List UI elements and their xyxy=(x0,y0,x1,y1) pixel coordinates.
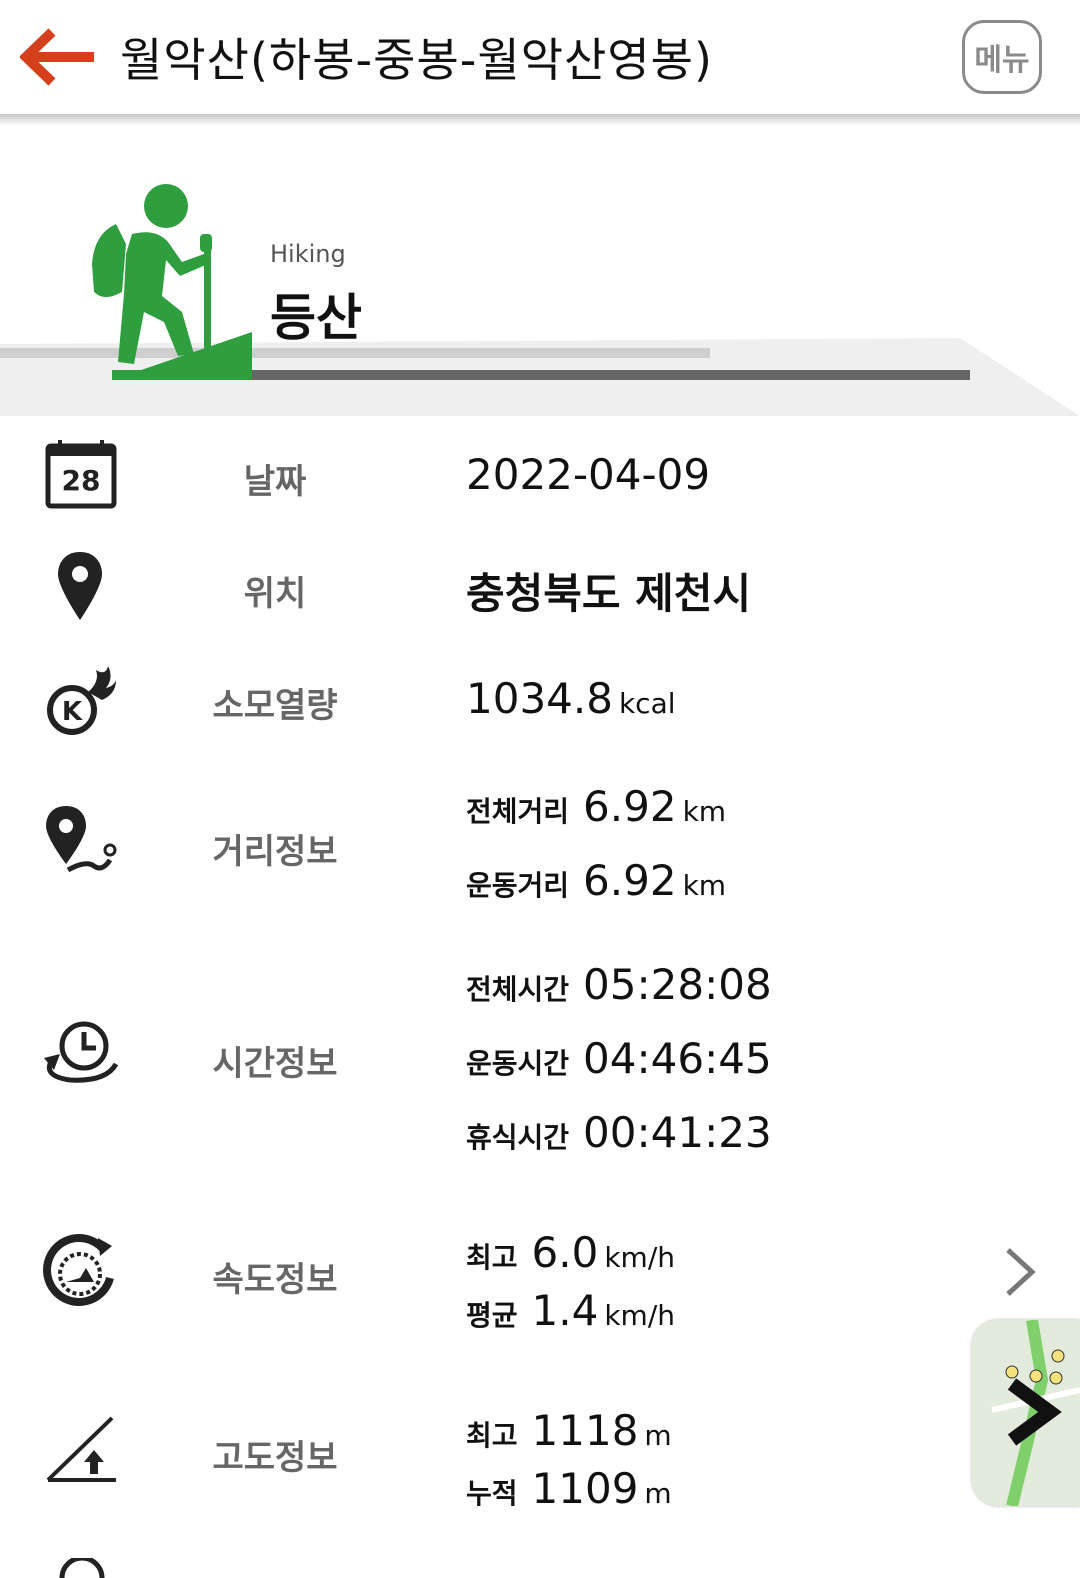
location-row: 위치 충청북도 제천시 xyxy=(0,530,1080,643)
route-distance-icon xyxy=(46,806,117,873)
calories-value-group: 1034.8 kcal xyxy=(466,674,676,723)
altitude-label: 고도정보 xyxy=(212,1438,338,1478)
moving-distance-unit: km xyxy=(682,869,727,902)
max-altitude-value: 1118 xyxy=(531,1406,639,1455)
cumulative-altitude-value: 1109 xyxy=(531,1464,639,1513)
header-shadow xyxy=(0,114,1080,126)
distance-row: 거리정보 전체거리 6.92 km 운동거리 6.92 km xyxy=(0,754,1080,933)
hiker-icon xyxy=(92,184,252,380)
cumulative-altitude-label: 누적 xyxy=(466,1477,518,1510)
map-thumbnail-button[interactable] xyxy=(972,1320,1080,1506)
speed-row[interactable]: 속도정보 최고 6.0 km/h 평균 1.4 km/h xyxy=(0,1182,1080,1361)
total-time: 전체시간 05:28:08 xyxy=(466,960,772,1009)
max-altitude-label: 최고 xyxy=(466,1419,518,1452)
altitude-row: 고도정보 최고 1118 m 누적 1109 m xyxy=(0,1360,1080,1539)
calories-value: 1034.8 xyxy=(466,674,613,723)
time-label: 시간정보 xyxy=(212,1044,338,1084)
partial-icon xyxy=(59,1558,105,1578)
total-distance-value: 6.92 xyxy=(583,782,677,831)
moving-time-label: 운동시간 xyxy=(466,1047,570,1080)
avg-speed-unit: km/h xyxy=(604,1299,675,1332)
cumulative-altitude-unit: m xyxy=(644,1477,672,1510)
page-title: 월악산(하봉-중봉-월악산영봉) xyxy=(120,33,713,87)
rest-time-value: 00:41:23 xyxy=(583,1108,772,1157)
activity-type-ko: 등산 xyxy=(270,289,362,347)
location-label: 위치 xyxy=(243,574,307,614)
date-value: 2022-04-09 xyxy=(466,450,711,499)
clock-rotate-icon xyxy=(44,1021,119,1083)
moving-distance: 운동거리 6.92 km xyxy=(466,856,726,905)
moving-time: 운동시간 04:46:45 xyxy=(466,1034,772,1083)
avg-speed-value: 1.4 xyxy=(531,1286,599,1335)
calories-label: 소모열량 xyxy=(212,686,338,726)
max-speed-label: 최고 xyxy=(466,1241,518,1274)
max-speed-unit: km/h xyxy=(604,1241,675,1274)
moving-distance-value: 6.92 xyxy=(583,856,677,905)
total-time-label: 전체시간 xyxy=(466,973,570,1006)
app-header: 월악산(하봉-중봉-월악산영봉) 메뉴 xyxy=(0,0,1080,115)
activity-type-en: Hiking xyxy=(270,240,346,268)
activity-banner: Hiking 등산 xyxy=(0,126,1080,418)
max-speed: 최고 6.0 km/h xyxy=(466,1228,675,1277)
back-arrow-icon[interactable] xyxy=(20,28,96,86)
location-value: 충청북도 제천시 xyxy=(466,569,752,618)
total-distance: 전체거리 6.92 km xyxy=(466,782,726,831)
calorie-burn-icon: K xyxy=(47,666,116,735)
calendar-icon: 28 xyxy=(45,440,117,509)
moving-time-value: 04:46:45 xyxy=(583,1034,772,1083)
time-row: 시간정보 전체시간 05:28:08 운동시간 04:46:45 휴식시간 00:41… xyxy=(0,932,1080,1183)
rest-time: 휴식시간 00:41:23 xyxy=(466,1108,772,1157)
chevron-right-icon[interactable] xyxy=(1000,1244,1040,1300)
avg-speed-label: 평균 xyxy=(466,1299,518,1332)
max-altitude: 최고 1118 m xyxy=(466,1406,672,1455)
calories-row: K 소모열량 1034.8 kcal xyxy=(0,642,1080,755)
max-speed-value: 6.0 xyxy=(531,1228,599,1277)
speedometer-icon xyxy=(43,1234,114,1306)
next-row-partial xyxy=(0,1538,1080,1578)
cumulative-altitude: 누적 1109 m xyxy=(466,1464,672,1513)
avg-speed: 평균 1.4 km/h xyxy=(466,1286,675,1335)
total-distance-unit: km xyxy=(682,795,727,828)
calories-unit: kcal xyxy=(618,687,676,720)
total-distance-label: 전체거리 xyxy=(466,795,570,828)
location-pin-icon xyxy=(58,552,102,620)
map-preview-icon xyxy=(972,1320,1080,1506)
rest-time-label: 휴식시간 xyxy=(466,1121,570,1154)
speed-label: 속도정보 xyxy=(212,1260,338,1300)
max-altitude-unit: m xyxy=(644,1419,672,1452)
menu-button[interactable]: 메뉴 xyxy=(962,20,1042,94)
date-label: 날짜 xyxy=(243,462,307,502)
total-time-value: 05:28:08 xyxy=(583,960,772,1009)
date-row: 28 날짜 2022-04-09 xyxy=(0,418,1080,531)
svg-text:K: K xyxy=(62,697,83,727)
moving-distance-label: 운동거리 xyxy=(466,869,570,902)
altitude-icon xyxy=(46,1416,116,1482)
distance-label: 거리정보 xyxy=(212,832,338,872)
svg-text:28: 28 xyxy=(62,464,101,497)
